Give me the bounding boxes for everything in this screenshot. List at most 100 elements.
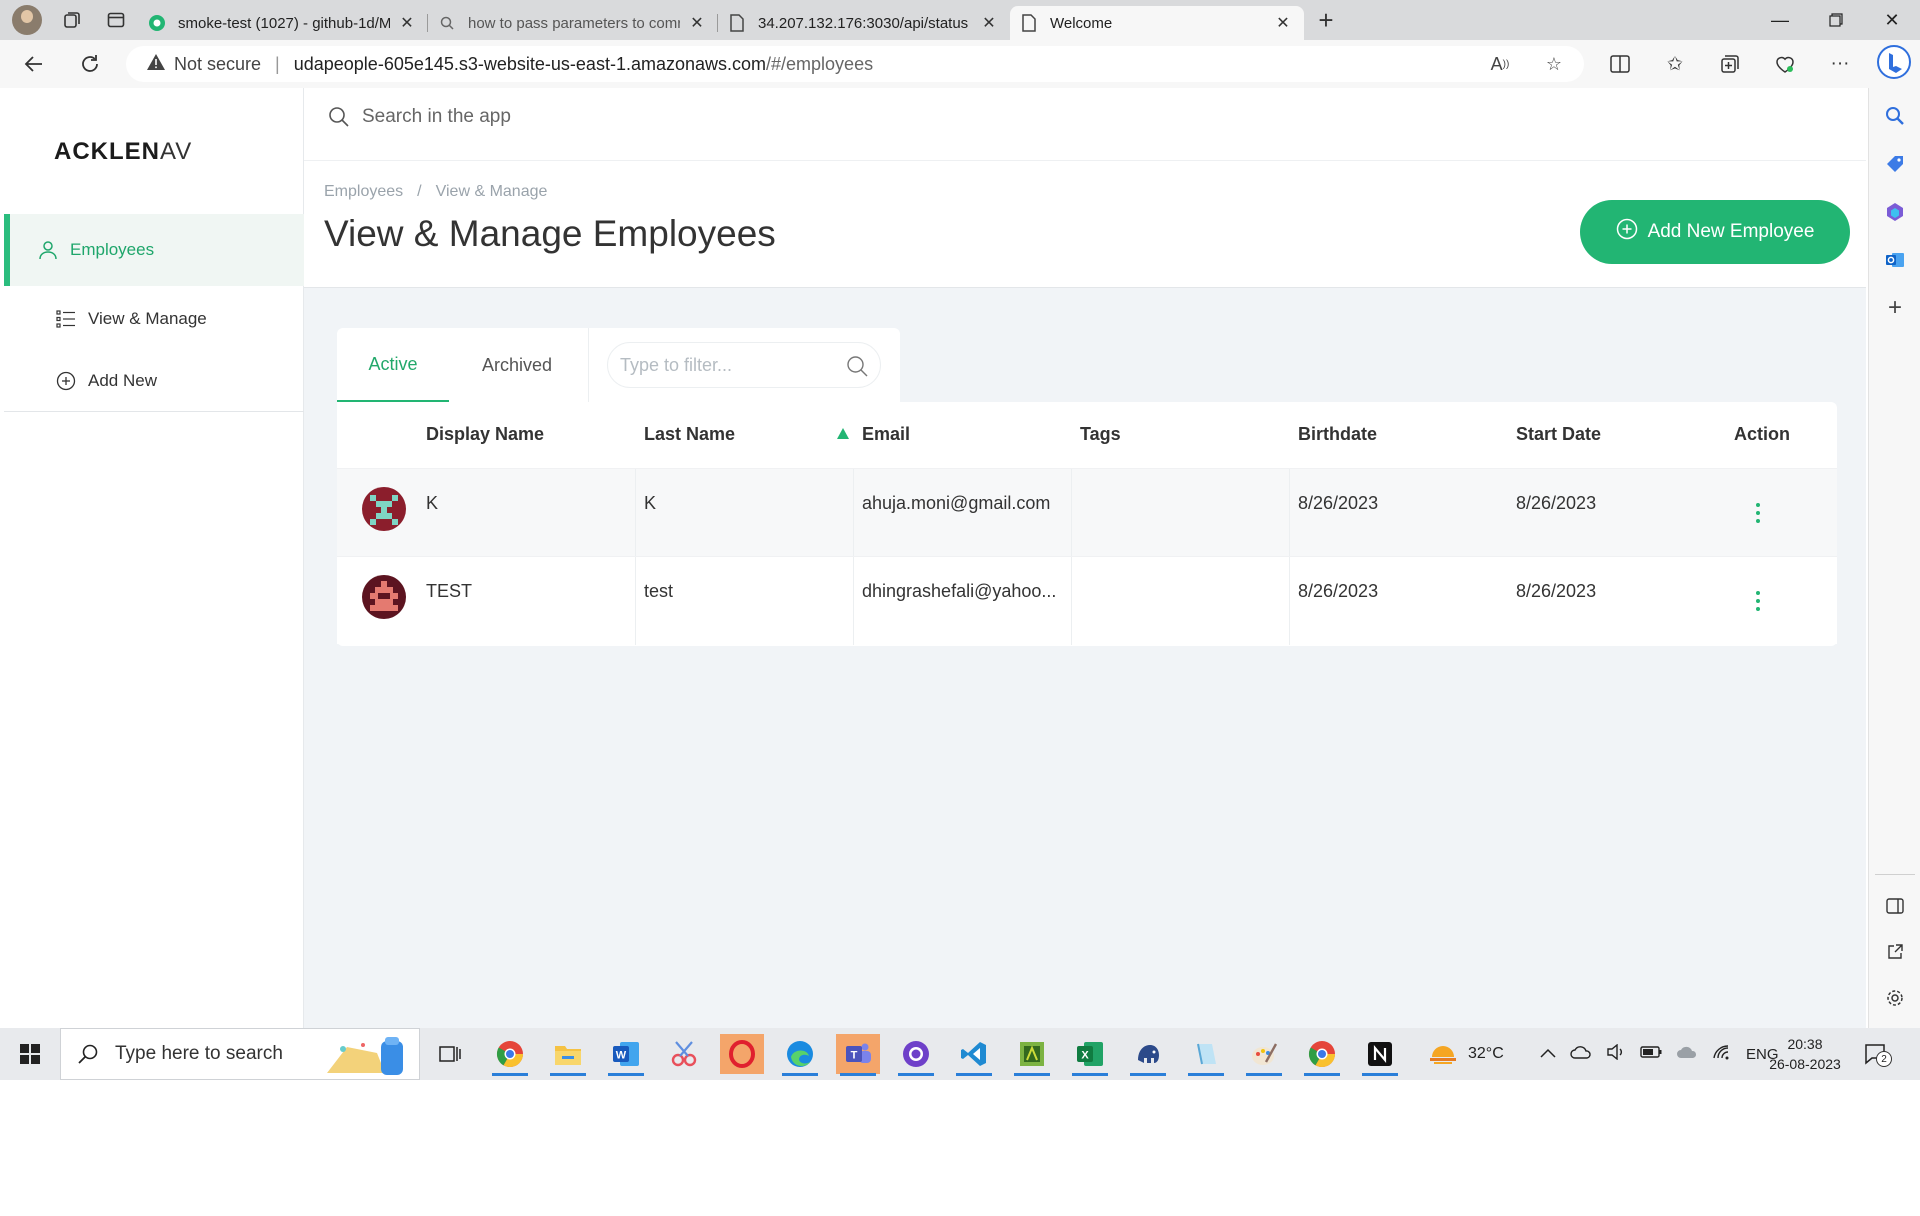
column-header-tags[interactable]: Tags	[1080, 424, 1121, 445]
column-header-start-date[interactable]: Start Date	[1516, 424, 1601, 445]
window-close-icon[interactable]: ✕	[1864, 0, 1920, 40]
sort-ascending-icon[interactable]	[837, 428, 849, 439]
table-row[interactable]: TEST test dhingrashefali@yahoo... 8/26/2…	[337, 556, 1837, 645]
sidebar-toggle-icon[interactable]	[1877, 888, 1913, 924]
app-sidebar: ACKLENAV Employees View & Manage Add New	[4, 88, 304, 1028]
notifications-button[interactable]: 2	[1864, 1028, 1892, 1080]
read-aloud-icon[interactable]: A))	[1482, 46, 1518, 82]
warning-icon	[146, 53, 166, 76]
close-icon[interactable]: ✕	[978, 13, 1000, 33]
logo-faded: AV	[160, 138, 193, 165]
notepad-icon[interactable]	[1184, 1034, 1228, 1076]
vscode-icon[interactable]	[952, 1034, 996, 1076]
opera-icon[interactable]	[720, 1034, 764, 1074]
column-header-email[interactable]: Email	[862, 424, 910, 445]
file-explorer-icon[interactable]	[546, 1034, 590, 1076]
speaker-icon[interactable]	[1606, 1043, 1626, 1065]
close-icon[interactable]: ✕	[686, 13, 708, 33]
url-text: udapeople-605e145.s3-website-us-east-1.a…	[294, 54, 873, 75]
tab-active[interactable]: Active	[337, 328, 449, 402]
sidebar-item-view-manage[interactable]: View & Manage	[4, 294, 304, 344]
sidebar-item-add-new[interactable]: Add New	[4, 356, 304, 406]
restore-icon[interactable]	[1808, 0, 1864, 40]
teams-icon[interactable]: T	[836, 1034, 880, 1076]
chrome-icon[interactable]	[1300, 1034, 1344, 1076]
favorites-icon[interactable]: ✩	[1657, 48, 1693, 80]
tab-archived[interactable]: Archived	[449, 328, 585, 402]
app-search[interactable]: Search in the app	[328, 106, 511, 128]
add-new-employee-button[interactable]: Add New Employee	[1580, 200, 1850, 264]
more-options-icon[interactable]: ···	[1822, 48, 1858, 80]
bing-copilot-icon[interactable]	[1876, 45, 1912, 79]
chevron-up-icon[interactable]	[1540, 1045, 1556, 1063]
search-icon	[328, 106, 350, 128]
chrome-icon[interactable]	[488, 1034, 532, 1076]
split-screen-icon[interactable]	[1602, 48, 1638, 80]
tab-title: 34.207.132.176:3030/api/status	[758, 14, 969, 32]
notion-icon[interactable]	[1358, 1034, 1402, 1076]
document-icon	[1020, 14, 1038, 32]
add-icon[interactable]: +	[1877, 290, 1913, 326]
minimize-icon[interactable]: —	[1752, 0, 1808, 40]
onedrive-cloud-icon[interactable]	[1676, 1045, 1698, 1064]
refresh-icon[interactable]	[74, 48, 106, 80]
weather-widget[interactable]: 32°C	[1428, 1028, 1504, 1080]
search-icon[interactable]	[1877, 98, 1913, 134]
browser-tab-active[interactable]: Welcome ✕	[1010, 6, 1304, 40]
cloud-icon[interactable]	[1570, 1045, 1592, 1064]
task-view-icon[interactable]	[428, 1034, 472, 1074]
sidebar-item-label: Add New	[88, 371, 157, 390]
close-icon[interactable]: ✕	[1272, 13, 1294, 33]
excel-icon[interactable]: X	[1068, 1034, 1112, 1076]
column-header-action: Action	[1734, 424, 1790, 444]
windows-start-icon[interactable]	[0, 1028, 60, 1080]
sidebar-item-employees[interactable]: Employees	[4, 214, 304, 286]
row-actions-kebab-icon[interactable]	[1755, 591, 1761, 611]
column-header-last-name[interactable]: Last Name	[644, 424, 735, 445]
word-icon[interactable]: W	[604, 1034, 648, 1076]
snipping-tool-icon[interactable]	[662, 1034, 706, 1074]
microsoft-365-icon[interactable]	[1877, 194, 1913, 230]
workspaces-icon[interactable]	[50, 0, 94, 40]
vertical-tabs-icon[interactable]	[94, 0, 138, 40]
shopping-tag-icon[interactable]	[1877, 146, 1913, 182]
notification-icon: 2	[1864, 1043, 1892, 1067]
outlook-icon[interactable]	[1877, 242, 1913, 278]
browser-tab[interactable]: how to pass parameters to comr ✕	[428, 6, 718, 40]
browser-tab[interactable]: 34.207.132.176:3030/api/status ✕	[718, 6, 1010, 40]
row-actions-kebab-icon[interactable]	[1755, 503, 1761, 523]
list-icon	[56, 310, 78, 328]
taskbar-search-box[interactable]: Type here to search	[60, 1028, 420, 1080]
edge-icon[interactable]	[778, 1034, 822, 1076]
column-header-birthdate[interactable]: Birthdate	[1298, 424, 1377, 445]
search-input[interactable]: Search in the app	[362, 106, 511, 128]
collections-icon[interactable]	[1712, 48, 1748, 80]
close-icon[interactable]: ✕	[396, 13, 418, 33]
taskbar-clock[interactable]: 20:38 26-08-2023	[1760, 1034, 1850, 1074]
tab-title: smoke-test (1027) - github-1d/M	[178, 14, 390, 32]
profile-avatar[interactable]	[12, 5, 42, 35]
external-link-icon[interactable]	[1877, 934, 1913, 970]
app-logo: ACKLENAV	[54, 138, 192, 166]
back-icon[interactable]	[18, 48, 50, 80]
github-desktop-icon[interactable]	[894, 1034, 938, 1076]
url-field[interactable]: Not secure | udapeople-605e145.s3-websit…	[126, 46, 1584, 82]
browser-tab[interactable]: smoke-test (1027) - github-1d/M ✕	[138, 6, 428, 40]
column-header-display-name[interactable]: Display Name	[426, 424, 544, 445]
settings-gear-icon[interactable]	[1877, 980, 1913, 1016]
browser-essentials-icon[interactable]	[1767, 48, 1803, 80]
filter-input[interactable]	[620, 354, 840, 376]
paint-icon[interactable]	[1242, 1034, 1286, 1076]
utility-app-icon[interactable]	[1010, 1034, 1054, 1076]
table-row[interactable]: K K ahuja.moni@gmail.com 8/26/2023 8/26/…	[337, 468, 1837, 557]
wifi-icon[interactable]	[1712, 1044, 1732, 1065]
tab-divider	[588, 328, 589, 402]
battery-icon[interactable]	[1640, 1045, 1662, 1064]
breadcrumb-item[interactable]: Employees	[324, 183, 403, 201]
pgadmin-icon[interactable]	[1126, 1034, 1170, 1076]
new-tab-icon[interactable]: +	[1304, 0, 1348, 40]
cell-email: ahuja.moni@gmail.com	[862, 493, 1051, 513]
search-icon[interactable]	[846, 355, 868, 382]
search-icon	[438, 14, 456, 32]
favorite-star-icon[interactable]: ☆	[1536, 46, 1572, 82]
